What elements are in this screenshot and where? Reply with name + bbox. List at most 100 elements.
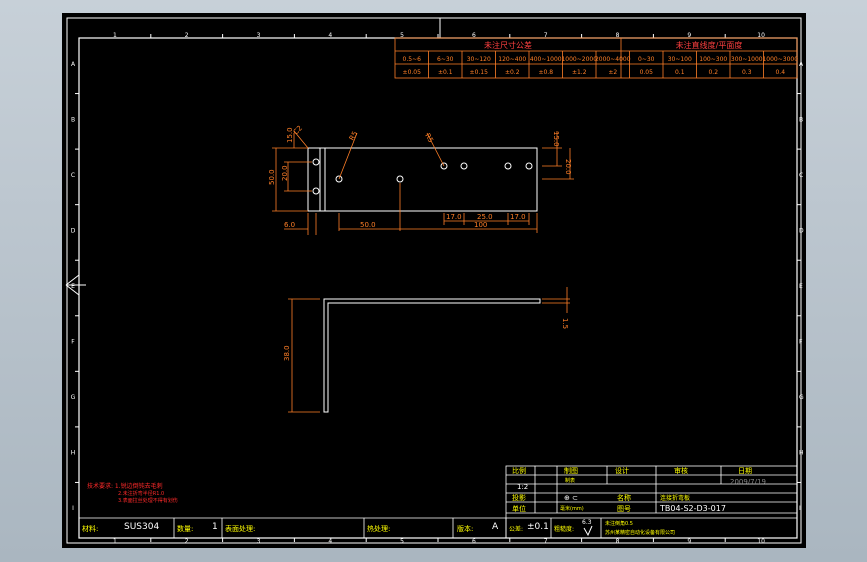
surface-label: 表面处理: <box>225 524 255 533</box>
note-tail: 未注倒角0.5 <box>605 520 633 527</box>
grid-col-top-label: 3 <box>257 32 261 39</box>
tolerance-value: ±0.8 <box>538 69 553 76</box>
drawing-no-label: 图号 <box>617 505 631 513</box>
dim-radius-2: R5 <box>423 132 435 144</box>
notes-line-2: 2.未注折弯半径R1.0 <box>118 490 164 497</box>
tolerance-range: 30~120 <box>467 56 491 63</box>
grid-row-left-label: A <box>71 61 76 68</box>
tolerance-range: 0~30 <box>638 56 655 63</box>
rev-label: 版本: <box>457 524 473 533</box>
unit-label: 单位 <box>512 504 526 513</box>
tolerance-range: 2000~4000 <box>595 56 631 63</box>
grid-col-top-label: 4 <box>328 32 332 39</box>
tolerance-value: ±1.2 <box>572 69 587 76</box>
grid-row-right-label: G <box>799 394 804 401</box>
review-label: 审核 <box>674 466 688 475</box>
tolerance-range: 1000~2000 <box>561 56 597 63</box>
date-value: 2009/7/19 <box>730 478 766 486</box>
dim-right-15: 15.0 <box>552 131 560 147</box>
grid-row-left-label: C <box>71 172 75 179</box>
hole-b <box>396 175 404 183</box>
tolerance-range: 0.5~6 <box>403 56 422 63</box>
dim-50: 50.0 <box>360 221 376 229</box>
tol-label: 公差: <box>509 525 523 533</box>
dim-thickness: 1.5 <box>561 318 569 329</box>
grid-row-left-label: D <box>71 227 76 234</box>
grid-col-bottom-label: 3 <box>257 538 261 545</box>
hole-e <box>504 162 512 170</box>
hole-f <box>525 162 533 170</box>
tolerance-range: 120~400 <box>498 56 526 63</box>
tolerance-value: ±2 <box>608 69 617 76</box>
scale-label: 比例 <box>512 466 526 475</box>
roughness-symbol-icon <box>583 525 593 537</box>
date-label: 日期 <box>738 467 752 475</box>
dim-17b: 17.0 <box>510 213 526 221</box>
tolerance-value: 0.4 <box>775 69 785 76</box>
grid-col-top-label: 2 <box>185 32 189 39</box>
notes-line-3: 3.表面拉丝处理不得有划伤 <box>118 497 178 504</box>
drawing-canvas: 1122334455667788991010A AB BC CD DE EF FG GH HI I… <box>65 17 804 545</box>
rough-value: 6.3 <box>582 519 592 526</box>
unit-value: 毫米(mm) <box>560 505 584 512</box>
tolerance-range: 6~30 <box>437 56 454 63</box>
grid-row-right-label: D <box>799 227 804 234</box>
tolerance-value: 0.2 <box>708 69 718 76</box>
grid-row-left-label: I <box>72 505 74 512</box>
dim-right-20: 20.0 <box>564 159 572 175</box>
tolerance-range: 300~1000 <box>731 56 763 63</box>
dim-100: 100 <box>474 221 487 229</box>
rev-value: A <box>492 522 499 532</box>
dim-radius-1: R5 <box>348 130 360 142</box>
centering-arrow-icon <box>65 274 86 296</box>
drawn-label: 制图 <box>564 466 578 475</box>
tolerance-value: 0.1 <box>675 69 685 76</box>
tolerance-header-left: 未注尺寸公差 <box>484 40 532 50</box>
grid-col-bottom-label: 8 <box>616 538 620 545</box>
hole-d <box>460 162 468 170</box>
tolerance-value: ±0.1 <box>438 69 453 76</box>
heat-label: 热处理: <box>367 524 390 533</box>
hole-left-top <box>312 158 320 166</box>
tolerance-range: 400~1000 <box>530 56 562 63</box>
name-label: 名称 <box>617 493 631 502</box>
tolerance-range: 100~300 <box>699 56 727 63</box>
grid-col-bottom-label: 1 <box>113 538 117 545</box>
grid-row-left-label: H <box>71 450 76 457</box>
grid-row-left-label: G <box>71 394 76 401</box>
drawn-value: 制表 <box>565 477 575 484</box>
grid-row-right-label: C <box>799 172 803 179</box>
tolerance-value: 0.3 <box>742 69 752 76</box>
hole-left-bottom <box>312 187 320 195</box>
dim-side-height: 38.0 <box>283 345 291 361</box>
dim-left: 6.0 <box>284 221 295 229</box>
rough-label: 粗糙度: <box>554 525 574 533</box>
grid-row-right-label: I <box>799 505 801 512</box>
tolerance-value: ±0.2 <box>505 69 520 76</box>
scale-value: 1:2 <box>517 483 528 491</box>
tolerance-header-right: 未注直线度/平面度 <box>676 40 743 50</box>
grid-col-bottom-label: 7 <box>544 538 548 545</box>
grid-row-right-label: H <box>799 450 804 457</box>
material-label: 材料: <box>82 524 98 533</box>
dim-25: 25.0 <box>477 213 493 221</box>
grid-col-bottom-label: 2 <box>185 538 189 545</box>
material-value: SUS304 <box>124 522 159 532</box>
inner-frame <box>78 37 798 539</box>
projection-symbol-icon: ⊕ ⊂ <box>564 494 578 502</box>
dim-17a: 17.0 <box>446 213 462 221</box>
grid-row-right-label: B <box>799 116 803 123</box>
grid-col-bottom-label: 9 <box>687 538 691 545</box>
design-label: 设计 <box>615 466 629 475</box>
grid-row-right-label: E <box>799 283 803 290</box>
notes-title: 技术要求: 1.锐边倒钝去毛刺 <box>87 482 163 490</box>
grid-row-right-label: F <box>799 339 803 346</box>
dim-inner-height: 20.0 <box>281 165 289 181</box>
grid-col-bottom-label: 5 <box>400 538 404 545</box>
tolerance-value: 0.05 <box>640 69 654 76</box>
company-name: 苏州某精密自动化设备有限公司 <box>605 529 675 536</box>
grid-row-left-label: B <box>71 116 75 123</box>
tolerance-range: 1000~3000 <box>762 56 798 63</box>
qty-label: 数量: <box>177 524 193 533</box>
tol-value: ±0.1 <box>527 522 549 532</box>
